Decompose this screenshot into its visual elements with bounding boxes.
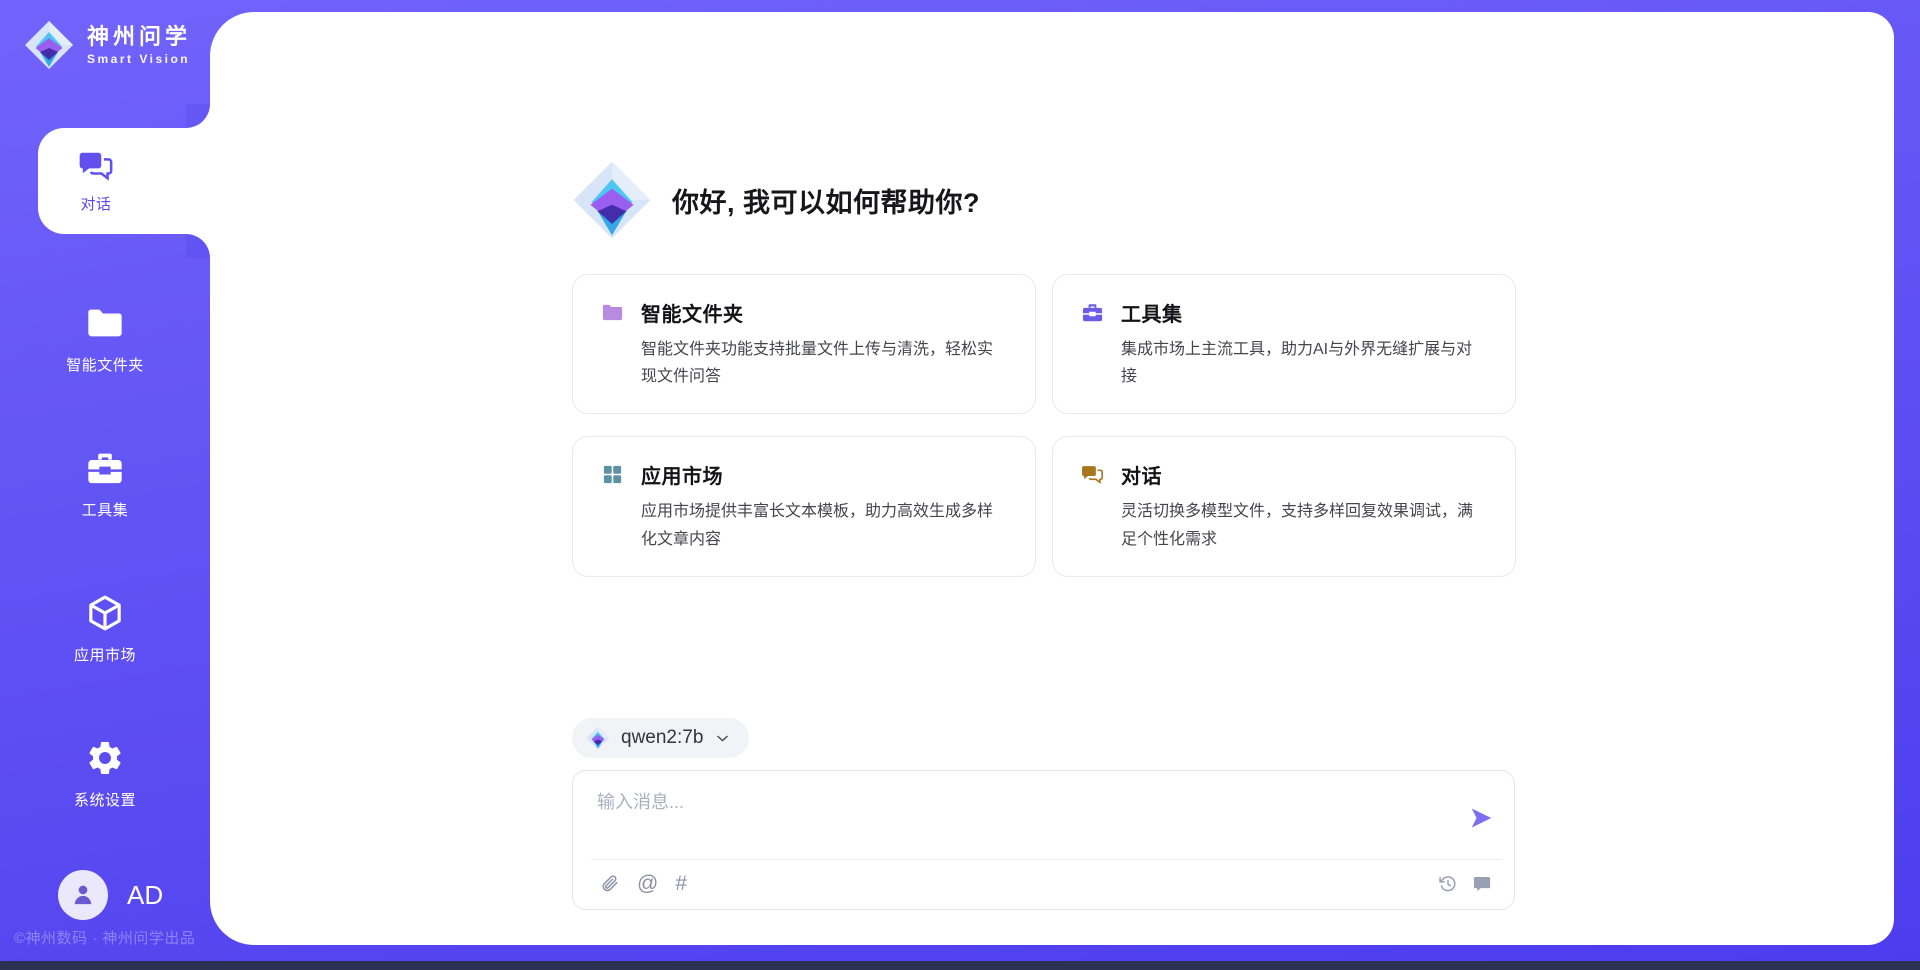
attachment-button[interactable] xyxy=(599,873,620,894)
card-title: 工具集 xyxy=(1121,298,1183,327)
card-title: 对话 xyxy=(1121,460,1162,489)
card-head: 工具集 xyxy=(1081,298,1487,327)
card-toolset[interactable]: 工具集 集成市场上主流工具，助力AI与外界无缝扩展与对接 xyxy=(1052,274,1516,414)
sidebar-item-label: 智能文件夹 xyxy=(66,354,144,375)
copyright-text: ©神州数码 · 神州问学出品 xyxy=(14,927,195,948)
card-description: 应用市场提供丰富长文本模板，助力高效生成多样化文章内容 xyxy=(641,498,1007,552)
message-composer: @ # xyxy=(572,770,1515,910)
hash-icon: # xyxy=(675,873,687,894)
sidebar-item-smart-folder[interactable]: 智能文件夹 xyxy=(0,290,210,387)
user-profile[interactable]: AD xyxy=(58,870,163,920)
toolbox-icon xyxy=(1081,301,1104,324)
sidebar-item-toolset[interactable]: 工具集 xyxy=(0,435,210,532)
grid-icon xyxy=(601,463,624,486)
gear-icon xyxy=(85,738,125,778)
card-app-market[interactable]: 应用市场 应用市场提供丰富长文本模板，助力高效生成多样化文章内容 xyxy=(572,436,1036,576)
card-head: 应用市场 xyxy=(601,460,1007,489)
sidebar-item-label: 应用市场 xyxy=(74,644,136,665)
sidebar-item-app-market[interactable]: 应用市场 xyxy=(0,580,210,677)
send-button[interactable] xyxy=(1466,803,1496,833)
user-name: AD xyxy=(127,880,163,911)
comment-icon xyxy=(1472,874,1492,894)
cube-icon xyxy=(85,593,125,633)
hash-button[interactable]: # xyxy=(675,873,687,894)
folder-icon xyxy=(85,303,125,343)
bottom-edge-bar xyxy=(0,961,1920,970)
toolbox-icon xyxy=(85,448,125,488)
card-smart-folder[interactable]: 智能文件夹 智能文件夹功能支持批量文件上传与清洗，轻松实现文件问答 xyxy=(572,274,1036,414)
chat-icon xyxy=(1081,463,1104,486)
history-icon xyxy=(1438,874,1458,894)
card-title: 智能文件夹 xyxy=(641,298,744,327)
sidebar-nav: 智能文件夹 工具集 应用市场 系统设置 xyxy=(0,290,210,822)
model-name: qwen2:7b xyxy=(621,727,703,749)
active-tab-fillet-top xyxy=(186,104,210,128)
app-subtitle: Smart Vision xyxy=(87,52,191,66)
folder-icon xyxy=(601,301,624,324)
composer-tools-left: @ # xyxy=(599,873,687,894)
sidebar-item-label: 工具集 xyxy=(82,499,129,520)
card-description: 集成市场上主流工具，助力AI与外界无缝扩展与对接 xyxy=(1121,336,1487,390)
mention-icon: @ xyxy=(637,873,658,894)
greeting-text: 你好, 我可以如何帮助你? xyxy=(672,181,980,220)
sidebar-item-label: 系统设置 xyxy=(74,789,136,810)
sidebar-item-label: 对话 xyxy=(80,193,111,214)
sidebar-item-chat[interactable]: 对话 xyxy=(38,128,210,234)
conversation-button[interactable] xyxy=(1472,874,1492,894)
app-name: 神州问学 xyxy=(87,24,191,49)
chat-icon xyxy=(78,148,114,184)
card-description: 灵活切换多模型文件，支持多样回复效果调试，满足个性化需求 xyxy=(1121,498,1487,552)
avatar xyxy=(58,870,108,920)
card-chat[interactable]: 对话 灵活切换多模型文件，支持多样回复效果调试，满足个性化需求 xyxy=(1052,436,1516,576)
main-content-panel: 你好, 我可以如何帮助你? 智能文件夹 智能文件夹功能支持批量文件上传与清洗，轻… xyxy=(210,12,1894,945)
assistant-logo-icon xyxy=(572,160,652,240)
composer-tools-right xyxy=(1438,874,1492,894)
history-button[interactable] xyxy=(1438,874,1458,894)
message-input[interactable] xyxy=(597,788,1427,846)
mention-button[interactable]: @ xyxy=(637,873,658,894)
chevron-down-icon xyxy=(714,730,731,747)
card-description: 智能文件夹功能支持批量文件上传与清洗，轻松实现文件问答 xyxy=(641,336,1007,390)
model-selector[interactable]: qwen2:7b xyxy=(572,718,749,758)
app-logo-icon xyxy=(24,20,74,70)
paperclip-icon xyxy=(599,873,620,894)
greeting: 你好, 我可以如何帮助你? xyxy=(572,160,980,240)
person-icon xyxy=(69,881,97,909)
card-head: 对话 xyxy=(1081,460,1487,489)
active-tab-fillet-bottom xyxy=(186,234,210,258)
card-title: 应用市场 xyxy=(641,460,723,489)
composer-divider xyxy=(591,859,1502,860)
app-logo: 神州问学 Smart Vision xyxy=(24,20,191,70)
feature-cards: 智能文件夹 智能文件夹功能支持批量文件上传与清洗，轻松实现文件问答 工具集 集成… xyxy=(572,274,1516,577)
send-icon xyxy=(1468,805,1494,831)
card-head: 智能文件夹 xyxy=(601,298,1007,327)
app-logo-text: 神州问学 Smart Vision xyxy=(87,24,191,65)
model-logo-icon xyxy=(586,726,610,750)
sidebar-item-settings[interactable]: 系统设置 xyxy=(0,725,210,822)
